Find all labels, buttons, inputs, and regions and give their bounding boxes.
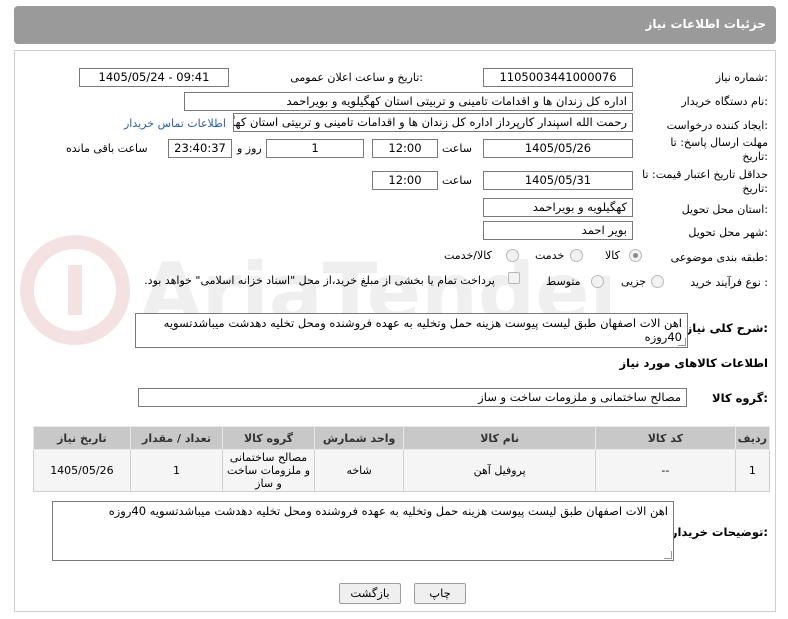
price-time-field: 12:00 xyxy=(372,171,438,190)
process-option-medium: متوسط xyxy=(546,275,581,288)
header-bar: جزئیات اطلاعات نیاز xyxy=(14,6,776,44)
category-radio-service[interactable] xyxy=(570,249,583,262)
days-field: 1 xyxy=(266,139,364,158)
city-label: شهر محل تحویل: xyxy=(688,226,768,239)
category-radio-both[interactable] xyxy=(506,249,519,262)
days-label: روز و xyxy=(237,142,262,155)
goods-section-title: اطلاعات کالاهای مورد نیاز xyxy=(619,356,768,370)
cell-item-name: پروفیل آهن xyxy=(403,449,596,492)
creator-label: ایجاد کننده درخواست: xyxy=(666,119,768,132)
cell-item-code: -- xyxy=(594,449,736,492)
page-title: جزئیات اطلاعات نیاز xyxy=(645,17,766,31)
cell-quantity: 1 xyxy=(129,449,224,492)
buyer-notes-textarea: اهن الات اصفهان طبق لیست پیوست هزینه حمل… xyxy=(52,501,674,561)
cell-item-group: مصالح ساختمانی و ملزومات ساخت و ساز xyxy=(222,449,315,492)
process-label: نوع فرآیند خرید : xyxy=(690,276,768,289)
cell-row-number: 1 xyxy=(734,449,771,492)
description-label: شرح کلی نیاز: xyxy=(685,321,768,335)
print-button[interactable]: چاپ xyxy=(414,583,466,604)
buyer-org-field: اداره کل زندان ها و اقدامات تامینی و ترب… xyxy=(184,92,633,111)
category-radio-goods[interactable] xyxy=(629,249,642,262)
column-header: تعداد / مقدار xyxy=(129,426,224,450)
goods-table-header: ردیف کد کالا نام کالا واحد شمارش گروه کا… xyxy=(33,426,771,450)
cell-unit: شاخه xyxy=(313,449,405,492)
process-radio-medium[interactable] xyxy=(591,275,604,288)
category-option-service: خدمت xyxy=(535,249,565,262)
announce-label: تاریخ و ساعت اعلان عمومی: xyxy=(290,71,423,84)
cell-need-date: 1405/05/26 xyxy=(33,449,131,492)
contact-info-link[interactable]: اطلاعات تماس خریدار xyxy=(124,117,226,130)
price-date-field: 1405/05/31 xyxy=(483,171,633,190)
reply-deadline-label: مهلت ارسال پاسخ: تا تاریخ: xyxy=(670,136,768,163)
process-option-minor: جزیی xyxy=(621,275,647,288)
column-header: گروه کالا xyxy=(222,426,315,450)
goods-table: ردیف کد کالا نام کالا واحد شمارش گروه کا… xyxy=(33,426,771,492)
city-field: بویر احمد xyxy=(483,221,633,240)
goods-group-label: گروه کالا: xyxy=(712,391,768,405)
remaining-time-field: 23:40:37 xyxy=(168,139,232,158)
back-button[interactable]: بازگشت xyxy=(339,583,401,604)
column-header: کد کالا xyxy=(594,426,736,450)
category-option-goods: کالا xyxy=(605,249,620,262)
process-radio-minor[interactable] xyxy=(651,275,664,288)
need-number-field: 1105003441000076 xyxy=(483,68,633,87)
table-row: 1 -- پروفیل آهن شاخه مصالح ساختمانی و مل… xyxy=(33,449,771,492)
column-header: نام کالا xyxy=(403,426,596,450)
province-label: استان محل تحویل: xyxy=(681,203,768,216)
goods-group-field: مصالح ساختمانی و ملزومات ساخت و ساز xyxy=(138,388,687,407)
column-header: واحد شمارش xyxy=(313,426,405,450)
treasury-payment-checkbox[interactable] xyxy=(508,272,520,284)
buyer-notes-label: توضیحات خریدار: xyxy=(670,525,768,539)
province-field: کهگیلویه و بویراحمد xyxy=(483,198,633,217)
reply-date-field: 1405/05/26 xyxy=(483,139,633,158)
column-header: تاریخ نیاز xyxy=(33,426,131,450)
creator-field: رحمت الله اسپندار کارپرداز اداره کل زندا… xyxy=(233,113,633,132)
treasury-payment-note: پرداخت تمام یا بخشی از مبلغ خرید،از محل … xyxy=(144,274,495,287)
need-number-label: شماره نیاز: xyxy=(715,71,768,84)
reply-time-label: ساعت xyxy=(442,142,472,155)
price-time-label: ساعت xyxy=(442,174,472,187)
description-textarea: اهن الات اصفهان طبق لیست پیوست هزینه حمل… xyxy=(135,313,688,348)
category-option-both: کالا/خدمت xyxy=(444,249,492,262)
column-header: ردیف xyxy=(734,426,771,450)
price-deadline-label: حداقل تاریخ اعتبار قیمت: تا تاریخ: xyxy=(642,168,768,195)
announce-field: 1405/05/24 - 09:41 xyxy=(79,68,229,87)
buyer-org-label: نام دستگاه خریدار: xyxy=(681,95,768,108)
reply-time-field: 12:00 xyxy=(372,139,438,158)
remaining-time-label: ساعت باقی مانده xyxy=(66,142,148,155)
category-label: طبقه بندی موضوعی: xyxy=(670,251,768,264)
